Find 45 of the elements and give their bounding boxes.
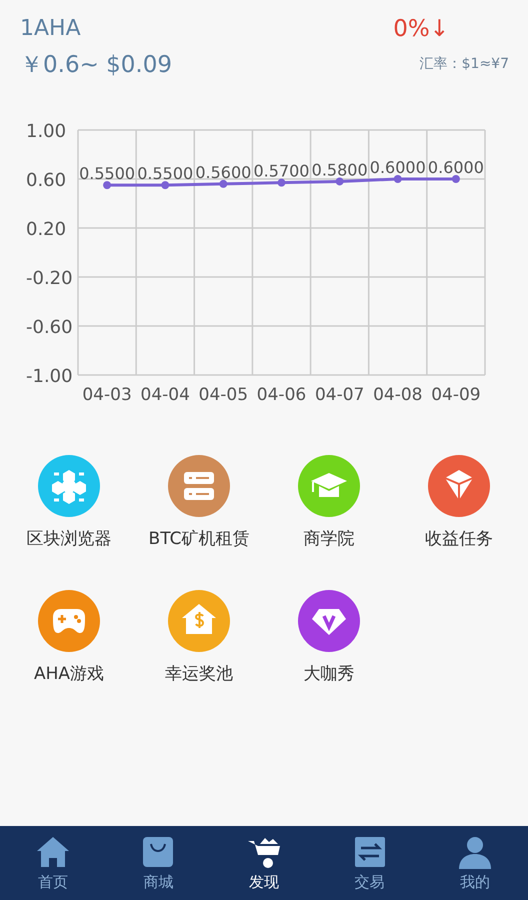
- y-axis-label: 0.60: [26, 170, 66, 191]
- person-icon: [457, 834, 494, 868]
- x-axis-label: 04-09: [431, 385, 481, 405]
- data-point: [161, 181, 170, 190]
- data-label: 0.5500: [79, 164, 136, 184]
- x-axis-label: 04-06: [256, 385, 306, 405]
- x-axis-label: 04-08: [373, 385, 422, 405]
- y-axis-label: -0.60: [26, 317, 73, 338]
- nav-tab[interactable]: 发现: [214, 826, 314, 900]
- nav-tab[interactable]: 商城: [108, 826, 208, 900]
- data-point: [336, 177, 344, 186]
- x-axis-label: 04-03: [82, 385, 132, 405]
- data-point: [219, 180, 228, 188]
- feature-label[interactable]: 商学院: [304, 527, 354, 550]
- feature-label[interactable]: 大咖秀: [304, 662, 354, 685]
- exchange-rate: 汇率：$1≈¥7: [420, 55, 509, 74]
- feature-label[interactable]: BTC矿机租赁: [148, 527, 250, 550]
- data-point: [103, 181, 112, 190]
- price-change: 0%↓: [393, 15, 449, 44]
- feature-label[interactable]: 收益任务: [425, 527, 493, 550]
- coin-name: 1AHA: [20, 15, 81, 43]
- x-axis-label: 04-07: [314, 385, 364, 405]
- x-axis-label: 04-04: [140, 385, 190, 405]
- data-point: [278, 178, 286, 187]
- data-point: [394, 175, 402, 183]
- data-point: [452, 175, 460, 183]
- feature-label[interactable]: AHA游戏: [34, 662, 104, 685]
- data-label: 0.5500: [137, 164, 194, 184]
- home-icon: [34, 834, 71, 868]
- feature-label[interactable]: 区块浏览器: [26, 527, 112, 550]
- nav-tab[interactable]: 交易: [320, 826, 420, 900]
- y-axis-label: 0.20: [26, 219, 66, 240]
- data-label: 0.6000: [428, 158, 484, 177]
- price-range: ￥0.6~ $0.09: [20, 51, 172, 80]
- y-axis-label: 1.00: [26, 121, 66, 142]
- data-label: 0.5700: [254, 162, 310, 181]
- data-label: 0.5800: [312, 160, 368, 180]
- x-axis-label: 04-05: [198, 385, 248, 405]
- nav-tab[interactable]: 首页: [2, 826, 103, 900]
- feature-label[interactable]: 幸运奖池: [165, 662, 233, 685]
- nav-tab[interactable]: 我的: [425, 826, 526, 900]
- y-axis-label: -1.00: [26, 366, 73, 387]
- y-axis-label: -0.20: [26, 268, 73, 289]
- data-label: 0.5600: [195, 162, 252, 182]
- data-label: 0.6000: [370, 158, 426, 177]
